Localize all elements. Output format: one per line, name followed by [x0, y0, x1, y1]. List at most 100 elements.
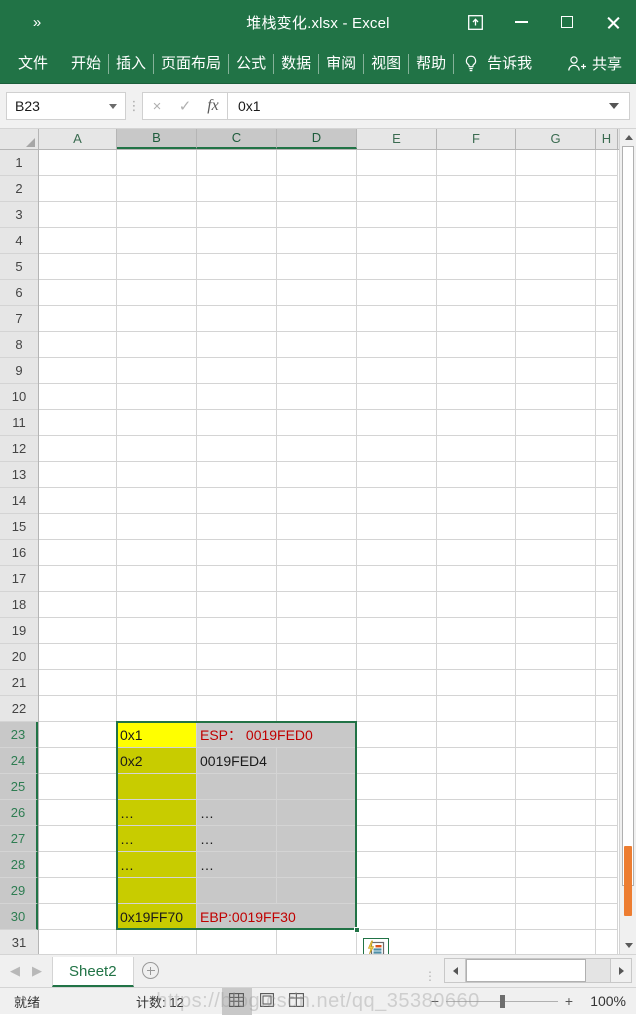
- cell-C22[interactable]: [197, 696, 277, 722]
- cell-C11[interactable]: [197, 410, 277, 436]
- row-header-18[interactable]: 18: [0, 592, 38, 618]
- cell-F10[interactable]: [437, 384, 516, 410]
- cell-F15[interactable]: [437, 514, 516, 540]
- tell-me-button[interactable]: 告诉我: [462, 53, 539, 75]
- cell-G26[interactable]: [516, 800, 596, 826]
- row-header-11[interactable]: 11: [0, 410, 38, 436]
- cell-E6[interactable]: [357, 280, 437, 306]
- cell-F29[interactable]: [437, 878, 516, 904]
- cell-H8[interactable]: [596, 332, 618, 358]
- cell-C2[interactable]: [197, 176, 277, 202]
- ribbon-tab-data[interactable]: 数据: [274, 53, 318, 75]
- cell-H16[interactable]: [596, 540, 618, 566]
- cell-H24[interactable]: [596, 748, 618, 774]
- cell-F21[interactable]: [437, 670, 516, 696]
- next-sheet-button[interactable]: ▶: [26, 963, 48, 979]
- cell-B16[interactable]: [117, 540, 197, 566]
- cell-C18[interactable]: [197, 592, 277, 618]
- minimize-button[interactable]: [498, 0, 544, 44]
- cell-F28[interactable]: [437, 852, 516, 878]
- ribbon-tab-home[interactable]: 开始: [64, 53, 108, 75]
- cell-B10[interactable]: [117, 384, 197, 410]
- row-header-16[interactable]: 16: [0, 540, 38, 566]
- cell-A29[interactable]: [39, 878, 117, 904]
- cell-content-C30[interactable]: EBP:0019FF30: [197, 904, 356, 929]
- cell-F6[interactable]: [437, 280, 516, 306]
- cell-E2[interactable]: [357, 176, 437, 202]
- cell-A30[interactable]: [39, 904, 117, 930]
- cell-G24[interactable]: [516, 748, 596, 774]
- zoom-out-button[interactable]: −: [424, 993, 446, 1009]
- vertical-scroll-thumb-indicator[interactable]: [624, 846, 632, 916]
- cell-E18[interactable]: [357, 592, 437, 618]
- cell-A31[interactable]: [39, 930, 117, 954]
- cell-H3[interactable]: [596, 202, 618, 228]
- cell-content-D27[interactable]: [277, 826, 356, 851]
- zoom-slider[interactable]: [446, 994, 558, 1008]
- cell-H21[interactable]: [596, 670, 618, 696]
- tab-resize-grip[interactable]: ⋮: [424, 970, 444, 987]
- cell-E13[interactable]: [357, 462, 437, 488]
- column-header-a[interactable]: A: [39, 129, 117, 149]
- ribbon-display-options-button[interactable]: [452, 0, 498, 44]
- cell-F9[interactable]: [437, 358, 516, 384]
- cell-H28[interactable]: [596, 852, 618, 878]
- cell-A13[interactable]: [39, 462, 117, 488]
- cell-content-D24[interactable]: [277, 748, 356, 773]
- cell-F1[interactable]: [437, 150, 516, 176]
- cell-B14[interactable]: [117, 488, 197, 514]
- cell-A7[interactable]: [39, 306, 117, 332]
- cell-D12[interactable]: [277, 436, 357, 462]
- cell-H26[interactable]: [596, 800, 618, 826]
- cell-A27[interactable]: [39, 826, 117, 852]
- cell-content-C27[interactable]: …: [197, 826, 276, 851]
- cell-H1[interactable]: [596, 150, 618, 176]
- cell-E25[interactable]: [357, 774, 437, 800]
- cell-F14[interactable]: [437, 488, 516, 514]
- cell-H25[interactable]: [596, 774, 618, 800]
- cell-H27[interactable]: [596, 826, 618, 852]
- cell-C20[interactable]: [197, 644, 277, 670]
- column-header-e[interactable]: E: [357, 129, 437, 149]
- cell-E9[interactable]: [357, 358, 437, 384]
- scroll-down-button[interactable]: [620, 937, 636, 954]
- cell-G17[interactable]: [516, 566, 596, 592]
- cell-H31[interactable]: [596, 930, 618, 954]
- cell-F11[interactable]: [437, 410, 516, 436]
- ribbon-tab-view[interactable]: 视图: [364, 53, 408, 75]
- cell-F24[interactable]: [437, 748, 516, 774]
- zoom-level-label[interactable]: 100%: [580, 993, 626, 1009]
- row-header-28[interactable]: 28: [0, 852, 38, 878]
- cell-G11[interactable]: [516, 410, 596, 436]
- cell-F19[interactable]: [437, 618, 516, 644]
- cell-B12[interactable]: [117, 436, 197, 462]
- cell-A1[interactable]: [39, 150, 117, 176]
- previous-sheet-button[interactable]: ◀: [4, 963, 26, 979]
- cell-E3[interactable]: [357, 202, 437, 228]
- cell-H4[interactable]: [596, 228, 618, 254]
- cell-F30[interactable]: [437, 904, 516, 930]
- cell-A17[interactable]: [39, 566, 117, 592]
- column-header-c[interactable]: C: [197, 129, 277, 149]
- cell-B15[interactable]: [117, 514, 197, 540]
- cell-content-D29[interactable]: [277, 878, 356, 903]
- cell-G19[interactable]: [516, 618, 596, 644]
- ribbon-tab-formulas[interactable]: 公式: [229, 53, 273, 75]
- cell-G27[interactable]: [516, 826, 596, 852]
- cell-H20[interactable]: [596, 644, 618, 670]
- cell-C21[interactable]: [197, 670, 277, 696]
- cell-H29[interactable]: [596, 878, 618, 904]
- cell-D21[interactable]: [277, 670, 357, 696]
- cell-A11[interactable]: [39, 410, 117, 436]
- cell-A26[interactable]: [39, 800, 117, 826]
- row-header-10[interactable]: 10: [0, 384, 38, 410]
- cell-G2[interactable]: [516, 176, 596, 202]
- cell-grid[interactable]: 0x1 ESP： 0019FED0 0x2 0019FED4……………… 0x19FF7…: [39, 150, 636, 954]
- row-header-5[interactable]: 5: [0, 254, 38, 280]
- cell-G31[interactable]: [516, 930, 596, 954]
- cell-D5[interactable]: [277, 254, 357, 280]
- cell-content-C25[interactable]: [197, 774, 276, 799]
- zoom-slider-thumb[interactable]: [500, 994, 505, 1008]
- cell-E4[interactable]: [357, 228, 437, 254]
- add-sheet-button[interactable]: [134, 954, 168, 987]
